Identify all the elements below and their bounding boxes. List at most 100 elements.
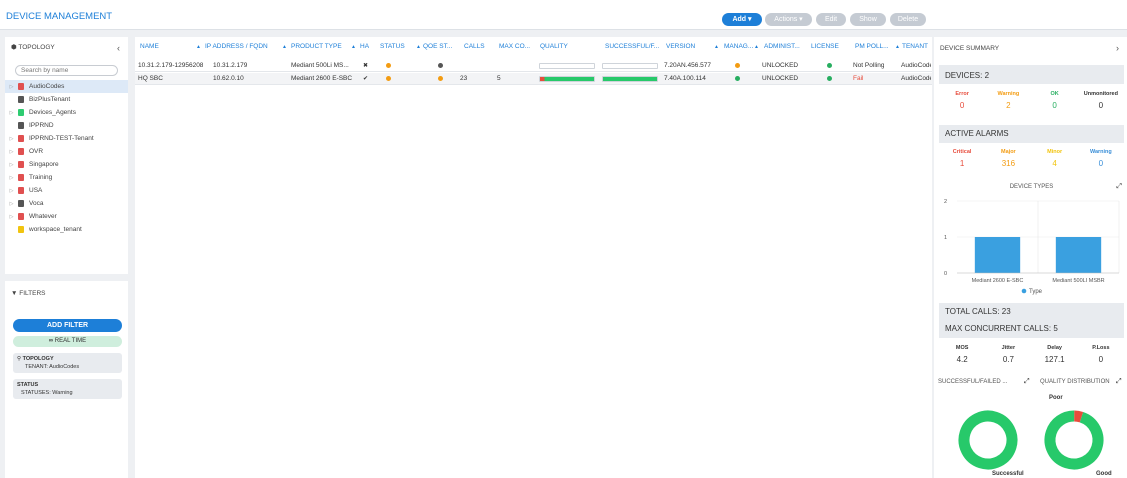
expand-arrow-icon[interactable]: ▷ bbox=[5, 162, 18, 168]
stat-value: 4.2 bbox=[956, 355, 968, 364]
successful-expand-icon[interactable]: ⤢ bbox=[1024, 378, 1030, 386]
tree-item[interactable]: ▷ Devices_Agents bbox=[5, 106, 128, 119]
stat-item: Unmonitored 0 bbox=[1080, 91, 1122, 110]
column-header[interactable]: PRODUCT TYPE bbox=[291, 37, 357, 57]
tree-item[interactable]: ▷ Training bbox=[5, 171, 128, 184]
stat-item: MOS 4.2 bbox=[941, 345, 983, 364]
alarm-stats: Critical 1 Major 316 Minor 4 Warning 0 bbox=[939, 143, 1124, 180]
table-row[interactable]: HQ SBC 10.62.0.10 Mediant 2600 E-SBC ✔ 23 5 7.… bbox=[135, 73, 932, 85]
tree-item[interactable]: ▷ USA bbox=[5, 184, 128, 197]
device-type-bar[interactable] bbox=[974, 237, 1021, 273]
tree-item[interactable]: ▷ Singapore bbox=[5, 158, 128, 171]
column-header[interactable]: STATUS bbox=[380, 37, 420, 57]
sort-arrow-icon[interactable]: ▲ bbox=[754, 37, 759, 57]
expand-arrow-icon[interactable]: ▷ bbox=[5, 136, 18, 142]
expand-arrow-icon[interactable]: ▷ bbox=[5, 84, 18, 90]
stat-value: 0 bbox=[1098, 159, 1104, 168]
license-dot bbox=[827, 76, 832, 81]
device-summary-panel: DEVICE SUMMARY › DEVICES: 2 Error 0 Warnin… bbox=[934, 37, 1127, 478]
topology-search-input[interactable]: Search by name bbox=[15, 65, 118, 76]
column-header[interactable]: VERSION bbox=[666, 37, 721, 57]
column-header[interactable]: MAX CO... bbox=[499, 37, 537, 57]
add-filter-button[interactable]: ADD FILTER bbox=[13, 319, 122, 332]
column-header[interactable]: QOE ST... bbox=[423, 37, 461, 57]
cell-ha: ✖ bbox=[363, 63, 369, 69]
expand-arrow-icon[interactable]: ▷ bbox=[5, 149, 18, 155]
tree-item-label: Devices_Agents bbox=[29, 109, 76, 116]
device-types-title: DEVICE TYPES bbox=[1009, 184, 1054, 190]
sort-arrow-icon[interactable]: ▲ bbox=[196, 37, 201, 57]
actions-button[interactable]: Actions ▾ bbox=[765, 13, 812, 26]
table-row[interactable]: 10.31.2.179-12956208 10.31.2.179 Mediant 5… bbox=[135, 60, 932, 72]
column-header[interactable]: ADMINIST... bbox=[764, 37, 808, 57]
cell-product: Mediant 2600 E-SBC bbox=[291, 75, 353, 82]
donut-slice[interactable] bbox=[958, 410, 1018, 470]
donut-label: Successful bbox=[992, 471, 1024, 477]
topology-filter-chip[interactable]: ⚲ TOPOLOGY TENANT: AudioCodes bbox=[13, 353, 122, 373]
column-header[interactable]: QUALITY bbox=[540, 37, 602, 57]
stat-value: 4 bbox=[1052, 159, 1057, 168]
delete-button[interactable]: Delete bbox=[890, 13, 926, 26]
sort-arrow-icon[interactable]: ▲ bbox=[714, 37, 719, 57]
expand-arrow-icon[interactable]: ▷ bbox=[5, 188, 18, 194]
tree-item[interactable]: ▷ AudioCodes bbox=[5, 80, 128, 93]
expand-arrow-icon[interactable]: ▷ bbox=[5, 110, 18, 116]
chip-topology-value: TENANT: AudioCodes bbox=[25, 364, 80, 370]
stat-label: Critical bbox=[952, 149, 972, 155]
tree-item[interactable]: ▷ OVR bbox=[5, 145, 128, 158]
status-filter-chip[interactable]: STATUS STATUSES: Warning bbox=[13, 379, 122, 399]
database-icon bbox=[18, 213, 24, 220]
realtime-toggle[interactable]: ∞ REAL TIME bbox=[13, 336, 122, 347]
device-type-bar[interactable] bbox=[1055, 237, 1102, 273]
database-icon bbox=[18, 187, 24, 194]
column-header[interactable]: TENANT bbox=[902, 37, 929, 57]
cell-max-concurrent: 5 bbox=[497, 75, 501, 82]
total-calls: TOTAL CALLS: 23 bbox=[945, 307, 1011, 316]
stat-label: Error bbox=[955, 91, 969, 97]
status-dot bbox=[386, 63, 391, 68]
collapse-chevron-icon[interactable]: ‹ bbox=[117, 37, 120, 59]
tree-item[interactable]: workspace_tenant bbox=[5, 223, 128, 236]
infinity-icon: ∞ bbox=[48, 338, 54, 344]
summary-expand-icon[interactable]: › bbox=[1116, 43, 1119, 53]
filters-panel: ▼ FILTERS ADD FILTER ∞ REAL TIME ⚲ TOPOL… bbox=[5, 281, 128, 478]
sort-arrow-icon[interactable]: ▲ bbox=[351, 37, 356, 57]
column-header[interactable]: PM POLL... bbox=[855, 37, 899, 57]
column-header[interactable]: SUCCESSFUL/F... bbox=[605, 37, 663, 57]
topology-title: TOPOLOGY bbox=[18, 44, 55, 51]
tree-item[interactable]: ▷ Whatever bbox=[5, 210, 128, 223]
stat-label: Minor bbox=[1047, 149, 1063, 155]
add-button[interactable]: Add ▾ bbox=[722, 13, 762, 26]
column-header[interactable]: CALLS bbox=[464, 37, 496, 57]
column-header[interactable]: HA bbox=[360, 37, 377, 57]
column-header[interactable]: IP ADDRESS / FQDN bbox=[205, 37, 288, 57]
expand-arrow-icon[interactable]: ▷ bbox=[5, 214, 18, 220]
tree-item-label: AudioCodes bbox=[29, 83, 65, 90]
sort-arrow-icon[interactable]: ▲ bbox=[416, 37, 421, 57]
expand-arrow-icon[interactable]: ▷ bbox=[5, 201, 18, 207]
tree-item[interactable]: ▷ IPPRND-TEST-Tenant bbox=[5, 132, 128, 145]
sort-arrow-icon[interactable]: ▲ bbox=[895, 37, 900, 57]
stat-item: Warning 2 bbox=[987, 91, 1029, 110]
topology-icon: ⬢ bbox=[11, 44, 17, 51]
tree-item[interactable]: BizPlusTenant bbox=[5, 93, 128, 106]
edit-button[interactable]: Edit bbox=[816, 13, 846, 26]
tree-item[interactable]: IPPRND bbox=[5, 119, 128, 132]
expand-arrow-icon[interactable]: ▷ bbox=[5, 175, 18, 181]
donut-charts: Successful Good Poor bbox=[958, 395, 1112, 477]
stat-value: 0.7 bbox=[1002, 355, 1014, 364]
stat-item: Major 316 bbox=[987, 149, 1029, 168]
donut-slice[interactable] bbox=[1044, 410, 1104, 470]
tree-item-label: Singapore bbox=[29, 161, 59, 168]
sort-arrow-icon[interactable]: ▲ bbox=[282, 37, 287, 57]
chart-expand-icon[interactable]: ⤢ bbox=[1116, 183, 1122, 191]
column-header[interactable]: LICENSE bbox=[811, 37, 852, 57]
show-button[interactable]: Show bbox=[850, 13, 886, 26]
cell-ha: ✔ bbox=[363, 76, 369, 82]
quality-expand-icon[interactable]: ⤢ bbox=[1116, 378, 1122, 386]
column-header[interactable]: NAME bbox=[140, 37, 202, 57]
tree-item[interactable]: ▷ Voca bbox=[5, 197, 128, 210]
cell-ip: 10.31.2.179 bbox=[213, 62, 248, 69]
database-icon bbox=[18, 135, 24, 142]
tree-item-label: Whatever bbox=[29, 213, 57, 220]
